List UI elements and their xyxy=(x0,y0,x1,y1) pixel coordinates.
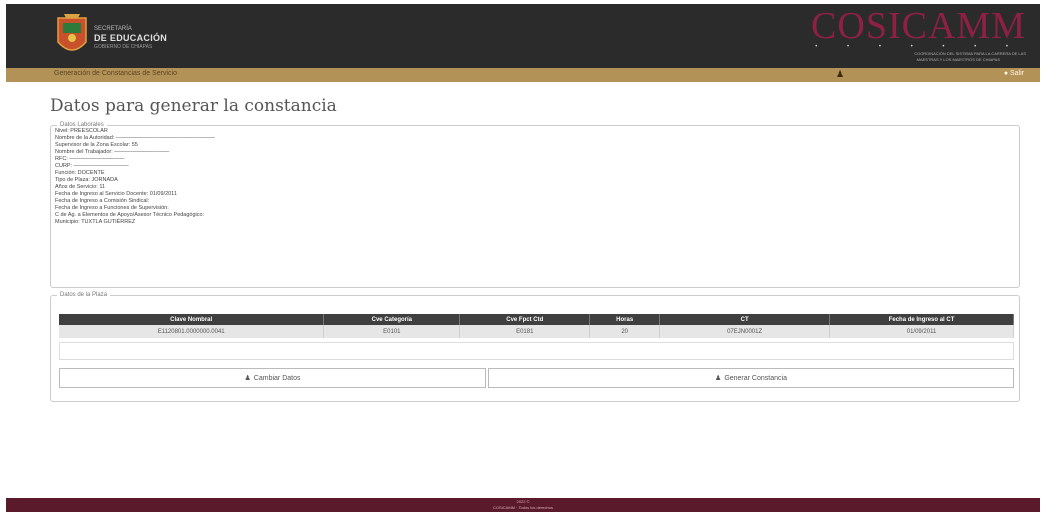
field-ingreso-sindical: Fecha de Ingreso a Comisión Sindical: xyxy=(55,198,150,204)
cambiar-datos-label: Cambiar Datos xyxy=(253,374,301,382)
field-autoridad: Nombre de la Autoridad: ————————————————… xyxy=(55,135,215,141)
table-cell: E0181 xyxy=(459,325,591,338)
app-window: SECRETARÍA DE EDUCACIÓN GOBIERNO DE CHIA… xyxy=(6,4,1040,512)
brand-dots: • • • • • • • xyxy=(815,44,1022,50)
field-ingreso-supervision: Fecha de Ingreso a Funciones de Supervis… xyxy=(55,205,169,211)
generar-constancia-button[interactable]: ♟ Generar Constancia xyxy=(488,368,1014,388)
empty-row xyxy=(59,342,1014,360)
table-cell: 07EJN0001Z xyxy=(659,325,831,338)
brand-logo: COSICAMM xyxy=(811,5,1026,47)
field-ingreso-docente: Fecha de Ingreso al Servicio Docente: 01… xyxy=(55,191,177,197)
field-anios-servicio: Años de Servicio: 11 xyxy=(55,184,106,190)
institution-subtitle: GOBIERNO DE CHIAPAS xyxy=(94,44,153,50)
cambiar-datos-button[interactable]: ♟ Cambiar Datos xyxy=(59,368,486,388)
table-cell: E1120801.0000000.0041 xyxy=(59,325,325,338)
institution-title: DE EDUCACIÓN xyxy=(94,33,168,43)
table-cell: 20 xyxy=(589,325,661,338)
brand-subtitle-2: MAESTRAS Y LOS MAESTROS DE CHIAPAS xyxy=(916,57,1000,62)
plaza-table: Clave Nombral Cve Categoría Cve Fpct Ctd… xyxy=(59,314,1014,338)
field-funcion: Función: DOCENTE xyxy=(55,170,105,176)
table-cell: 01/09/2011 xyxy=(829,325,1014,338)
user-icon[interactable]: ♟ xyxy=(836,69,844,80)
field-rfc: RFC: —————————— xyxy=(55,156,125,162)
field-supervisor: Supervisor de la Zona Escolar: 55 xyxy=(55,142,138,148)
field-trabajador: Nombre del Trabajador: —————————— xyxy=(55,149,170,155)
datos-laborales-section: Datos Laborales Nivel: PREESCOLAR Nombre… xyxy=(50,122,1020,288)
system-name: Generación de Constancias de Servicio xyxy=(54,70,177,77)
datos-plaza-legend: Datos de la Plaza xyxy=(60,292,108,298)
column-header: Horas xyxy=(589,314,661,325)
footer: 2022 © COSICAMM · Todos los derechos xyxy=(6,498,1040,512)
field-nivel: Nivel: PREESCOLAR xyxy=(55,128,108,134)
footer-line-2: COSICAMM · Todos los derechos xyxy=(493,505,553,510)
page-title: Datos para generar la constancia xyxy=(50,96,337,116)
state-shield-logo xyxy=(57,14,87,51)
exit-link[interactable]: ● Salir xyxy=(1004,70,1024,77)
table-cell: E0101 xyxy=(323,325,461,338)
table-row: E1120801.0000000.0041 E0101 E0181 20 07E… xyxy=(59,325,1014,338)
table-header-row: Clave Nombral Cve Categoría Cve Fpct Ctd… xyxy=(59,314,1014,325)
footer-line-1: 2022 © xyxy=(516,499,530,504)
user-icon: ♟ xyxy=(715,375,722,382)
column-header: Cve Categoría xyxy=(323,314,461,325)
field-municipio: Municipio: TUXTLA GUTIÉRREZ xyxy=(55,219,136,225)
user-icon: ♟ xyxy=(244,375,251,382)
school-line: SECRETARÍA xyxy=(94,26,132,32)
field-curp: CURP: —————————— xyxy=(55,163,129,169)
column-header: CT xyxy=(659,314,831,325)
header: SECRETARÍA DE EDUCACIÓN GOBIERNO DE CHIA… xyxy=(6,4,1040,68)
column-header: Cve Fpct Ctd xyxy=(459,314,591,325)
field-apoyo-atp: C de Ag. a Elementos de Apoyo/Asesor Téc… xyxy=(55,212,205,218)
brand-subtitle-1: COORDINACIÓN DEL SISTEMA PARA LA CARRERA… xyxy=(914,51,1026,56)
column-header: Clave Nombral xyxy=(59,314,325,325)
nav-bar: Generación de Constancias de Servicio ♟ … xyxy=(6,68,1040,82)
generar-constancia-label: Generar Constancia xyxy=(724,374,787,382)
column-header: Fecha de Ingreso al CT xyxy=(829,314,1014,325)
datos-plaza-section: Datos de la Plaza Clave Nombral Cve Cate… xyxy=(50,292,1020,402)
field-tipo-plaza: Tipo de Plaza: JORNADA xyxy=(55,177,118,183)
